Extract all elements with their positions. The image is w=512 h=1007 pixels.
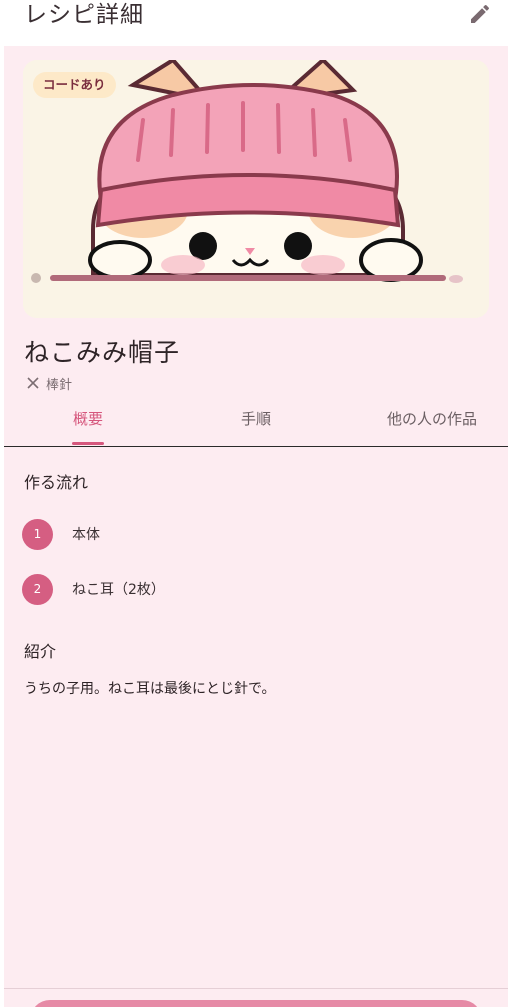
app-bar: レシピ詳細 bbox=[0, 0, 512, 46]
recipe-content: コードあり ねこみみ帽子 棒針 概要 手順 他の人の作品 作る流れ 1 本体 2… bbox=[4, 46, 508, 1007]
tab-others-works[interactable]: 他の人の作品 bbox=[364, 396, 500, 444]
page-title: レシピ詳細 bbox=[24, 2, 144, 28]
step-label: ねこ耳（2枚） bbox=[72, 582, 165, 598]
knitting-needles-icon bbox=[27, 377, 39, 389]
tab-overview[interactable]: 概要 bbox=[32, 396, 144, 444]
code-available-badge: コードあり bbox=[33, 72, 116, 98]
flow-section-title: 作る流れ bbox=[24, 473, 89, 492]
tab-indicator bbox=[72, 442, 104, 445]
intro-section-title: 紹介 bbox=[24, 642, 57, 661]
tab-steps[interactable]: 手順 bbox=[200, 396, 312, 444]
cat-hat-illustration bbox=[23, 60, 489, 318]
flow-step: 2 ねこ耳（2枚） bbox=[22, 573, 165, 605]
intro-text: うちの子用。ねこ耳は最後にとじ針で。 bbox=[24, 681, 276, 697]
tool-row: 棒針 bbox=[26, 374, 73, 393]
flow-step: 1 本体 bbox=[22, 518, 100, 550]
edit-button[interactable] bbox=[466, 0, 494, 28]
bottom-action-button[interactable] bbox=[30, 1000, 482, 1007]
recipe-title: ねこみみ帽子 bbox=[24, 338, 181, 367]
tab-bar: 概要 手順 他の人の作品 bbox=[4, 396, 508, 447]
step-number: 1 bbox=[22, 518, 53, 550]
divider bbox=[4, 988, 508, 989]
pencil-icon bbox=[471, 4, 489, 24]
step-number: 2 bbox=[22, 573, 53, 605]
step-label: 本体 bbox=[72, 527, 100, 543]
hero-image: コードあり bbox=[23, 60, 489, 318]
tool-label: 棒針 bbox=[46, 377, 73, 393]
